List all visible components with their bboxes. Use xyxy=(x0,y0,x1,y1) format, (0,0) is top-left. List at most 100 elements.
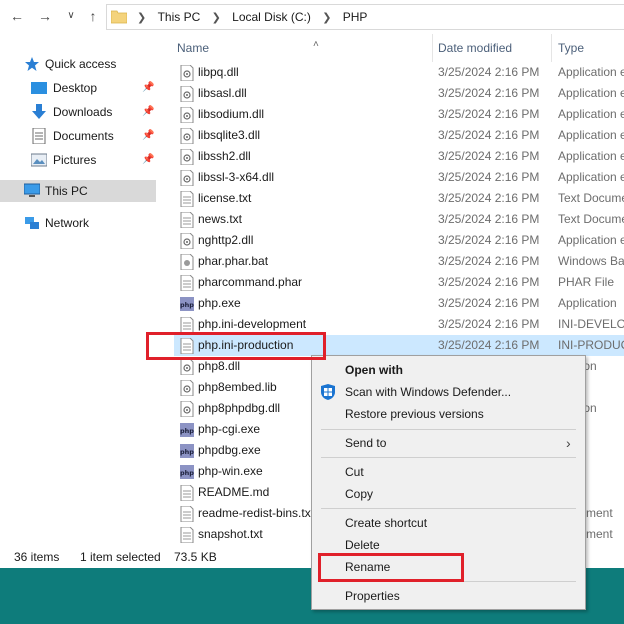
column-header-name-label: Name xyxy=(177,41,210,55)
file-name: pharcommand.phar xyxy=(198,275,303,289)
file-type: INI-PRODUCTION File xyxy=(558,338,624,352)
file-name: php-win.exe xyxy=(198,464,263,478)
highlight-box-selected-file xyxy=(146,332,326,360)
menu-separator xyxy=(321,508,576,509)
windows-defender-shield-icon xyxy=(321,384,335,400)
status-selected: 1 item selected xyxy=(80,550,161,564)
file-name: php.exe xyxy=(198,296,241,310)
file-type: Application extension xyxy=(558,86,624,100)
table-row[interactable]: phar.phar.bat 3/25/2024 2:16 PM Windows Ba… xyxy=(174,251,624,272)
table-row[interactable]: libssh2.dll 3/25/2024 2:16 PM Application … xyxy=(174,146,624,167)
back-arrow-icon[interactable]: ← xyxy=(8,6,26,26)
nav-documents-label: Documents xyxy=(53,129,114,143)
up-arrow-icon[interactable]: ↑ xyxy=(84,6,102,26)
column-header-type[interactable]: Type xyxy=(558,34,584,62)
document-icon xyxy=(32,128,46,144)
table-row[interactable]: libsasl.dll 3/25/2024 2:16 PM Application … xyxy=(174,83,624,104)
nav-downloads[interactable]: Downloads 📌 xyxy=(0,101,156,123)
dll-file-icon xyxy=(180,149,194,165)
table-row[interactable]: libpq.dll 3/25/2024 2:16 PM Application ex… xyxy=(174,62,624,83)
dll-file-icon xyxy=(180,128,194,144)
folder-icon xyxy=(111,10,127,24)
menu-copy[interactable]: Copy xyxy=(312,483,585,505)
php-executable-icon: php xyxy=(180,465,194,479)
file-date-modified: 3/25/2024 2:16 PM xyxy=(438,65,540,79)
file-date-modified: 3/25/2024 2:16 PM xyxy=(438,338,540,352)
file-name: libssl-3-x64.dll xyxy=(198,170,275,184)
file-type: Application extension xyxy=(558,233,624,247)
file-name: libsqlite3.dll xyxy=(198,128,261,142)
table-row[interactable]: pharcommand.phar 3/25/2024 2:16 PM PHAR Fi… xyxy=(174,272,624,293)
menu-open-with[interactable]: Open with xyxy=(312,359,585,381)
menu-restore-previous[interactable]: Restore previous versions xyxy=(312,403,585,425)
table-row[interactable]: news.txt 3/25/2024 2:16 PM Text Document xyxy=(174,209,624,230)
column-header-date[interactable]: Date modified xyxy=(438,34,512,62)
address-bar-row: ← → ∨ ↑ ❯ This PC ❯ Local Disk (C:) ❯ PH… xyxy=(0,0,624,34)
column-divider[interactable] xyxy=(551,34,552,62)
nav-desktop-label: Desktop xyxy=(53,81,98,95)
file-date-modified: 3/25/2024 2:16 PM xyxy=(438,128,540,142)
menu-scan-defender[interactable]: Scan with Windows Defender... xyxy=(312,381,585,403)
file-type: PHAR File xyxy=(558,275,615,289)
file-type: Application extension xyxy=(558,170,624,184)
file-name: license.txt xyxy=(198,191,252,205)
menu-send-to-label: Send to xyxy=(345,436,387,450)
text-file-icon xyxy=(180,317,194,333)
nav-desktop[interactable]: Desktop 📌 xyxy=(0,77,156,99)
php-executable-icon: php xyxy=(180,444,194,458)
nav-this-pc-label: This PC xyxy=(45,184,88,198)
column-header-type-label: Type xyxy=(558,41,585,55)
nav-quick-access[interactable]: Quick access xyxy=(0,53,156,75)
breadcrumb-php[interactable]: PHP xyxy=(343,5,368,29)
nav-documents[interactable]: Documents 📌 xyxy=(0,125,156,147)
breadcrumb-this-pc[interactable]: This PC xyxy=(158,5,201,29)
nav-pictures[interactable]: Pictures 📌 xyxy=(0,149,156,171)
file-date-modified: 3/25/2024 2:16 PM xyxy=(438,149,540,163)
file-date-modified: 3/25/2024 2:16 PM xyxy=(438,296,540,310)
breadcrumb-local-disk[interactable]: Local Disk (C:) xyxy=(232,5,311,29)
menu-create-shortcut-label: Create shortcut xyxy=(345,516,428,530)
table-row[interactable]: license.txt 3/25/2024 2:16 PM Text Documen… xyxy=(174,188,624,209)
column-header-date-label: Date modified xyxy=(438,41,513,55)
desktop-icon xyxy=(31,82,47,94)
text-file-icon xyxy=(180,212,194,228)
table-row[interactable]: libsodium.dll 3/25/2024 2:16 PM Applicatio… xyxy=(174,104,624,125)
file-type: Application extension xyxy=(558,128,624,142)
table-row[interactable]: php php.exe 3/25/2024 2:16 PM Application xyxy=(174,293,624,314)
breadcrumb: ❯ This PC ❯ Local Disk (C:) ❯ PHP xyxy=(137,5,367,29)
computer-icon xyxy=(24,183,40,197)
menu-create-shortcut[interactable]: Create shortcut xyxy=(312,512,585,534)
star-icon xyxy=(25,57,39,71)
nav-downloads-label: Downloads xyxy=(53,105,113,119)
file-type: Text Document xyxy=(558,191,624,205)
column-divider[interactable] xyxy=(432,34,433,62)
nav-this-pc[interactable]: This PC xyxy=(0,180,156,202)
menu-separator xyxy=(321,429,576,430)
table-row[interactable]: nghttp2.dll 3/25/2024 2:16 PM Application … xyxy=(174,230,624,251)
file-type: Windows Batch File xyxy=(558,254,624,268)
file-name: snapshot.txt xyxy=(198,527,263,541)
pin-icon: 📌 xyxy=(142,82,155,93)
dll-file-icon xyxy=(180,65,194,81)
breadcrumb-separator-icon: ❯ xyxy=(211,12,221,24)
menu-send-to[interactable]: Send to › xyxy=(312,432,585,454)
address-bar[interactable]: ❯ This PC ❯ Local Disk (C:) ❯ PHP xyxy=(106,4,624,30)
dll-file-icon xyxy=(180,380,194,396)
menu-cut[interactable]: Cut xyxy=(312,461,585,483)
file-date-modified: 3/25/2024 2:16 PM xyxy=(438,212,540,226)
file-type: Text Document xyxy=(558,212,624,226)
menu-properties[interactable]: Properties xyxy=(312,585,585,607)
recent-locations-chevron-icon[interactable]: ∨ xyxy=(62,6,80,26)
table-row[interactable]: libsqlite3.dll 3/25/2024 2:16 PM Applicati… xyxy=(174,125,624,146)
column-header-name[interactable]: Name ˄ xyxy=(177,34,319,62)
file-type: Application extension xyxy=(558,107,624,121)
file-name: README.md xyxy=(198,485,270,499)
table-row[interactable]: libssl-3-x64.dll 3/25/2024 2:16 PM Applica… xyxy=(174,167,624,188)
file-name: phar.phar.bat xyxy=(198,254,269,268)
svg-text:php: php xyxy=(180,448,194,456)
forward-arrow-icon[interactable]: → xyxy=(36,6,54,26)
nav-quick-access-label: Quick access xyxy=(45,57,117,71)
download-arrow-icon xyxy=(32,104,46,119)
file-name: php8embed.lib xyxy=(198,380,277,394)
nav-network[interactable]: Network xyxy=(0,212,156,234)
